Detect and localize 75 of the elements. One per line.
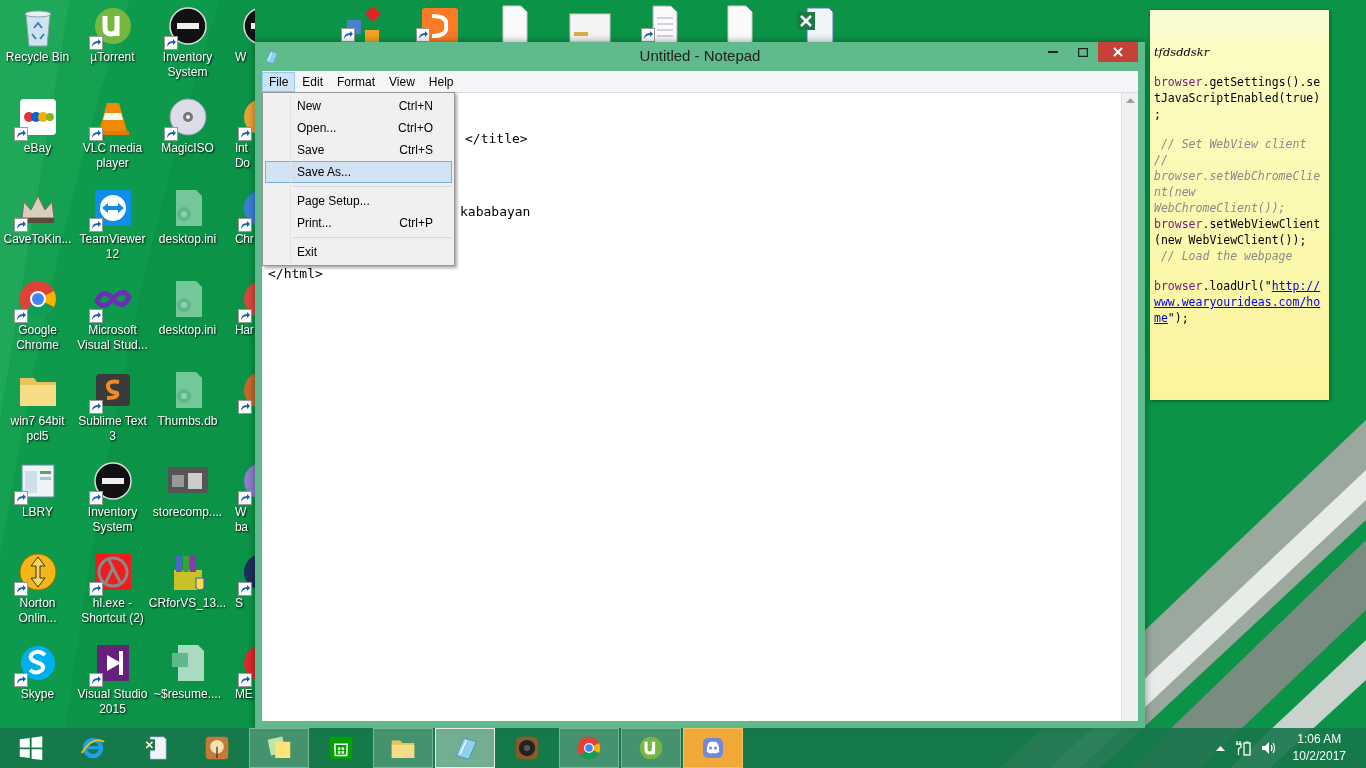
desktop-icon-label[interactable]: Chr <box>225 232 254 247</box>
menu-option[interactable]: Page Setup... <box>265 190 452 212</box>
taskbar-button[interactable] <box>683 728 743 768</box>
menu-option[interactable]: Open... Ctrl+O <box>265 117 452 139</box>
desktop-icon-label[interactable]: TeamViewer 12 <box>79 232 146 262</box>
power-plug-battery-icon[interactable] <box>1234 740 1251 756</box>
note-text-line: tfdsddskr <box>1154 44 1211 60</box>
close-icon <box>1113 47 1123 57</box>
note-text-line: WebChromeClient()); <box>1154 200 1287 216</box>
show-hidden-icons-icon[interactable] <box>1215 745 1225 751</box>
menu-option[interactable]: Save Ctrl+S <box>265 139 452 161</box>
note-text-line: tJavaScriptEnabled(true) <box>1154 90 1322 106</box>
desktop-icon-label[interactable]: CaveToKin... <box>3 232 72 247</box>
desktop-icon-label[interactable]: µTorrent <box>90 50 135 65</box>
maximize-icon <box>1078 47 1088 57</box>
sticky-note[interactable] <box>1150 10 1329 400</box>
editor-text-line: kababayan <box>460 203 531 221</box>
menu-option[interactable]: New Ctrl+N <box>265 95 452 117</box>
desktop-icon-label[interactable]: Sublime Text 3 <box>78 414 147 444</box>
desktop-icon-label[interactable]: CRforVS_13... <box>148 596 227 611</box>
desktop-icon-label[interactable]: Inventory System <box>162 50 213 80</box>
desktop-icon-label[interactable]: S <box>225 596 243 611</box>
menu-option[interactable]: Save As... <box>265 161 452 183</box>
desktop-icon-label[interactable]: Microsoft Visual Stud... <box>77 323 148 353</box>
note-text-line: nt(new <box>1154 184 1197 200</box>
clock[interactable]: 1:06 AM 10/2/2017 <box>1286 731 1352 765</box>
desktop-icon-label[interactable]: W ba <box>225 505 248 535</box>
note-text-line: // Set WebView client <box>1159 136 1308 152</box>
desktop-icon-label[interactable]: Norton Onlin... <box>18 596 57 626</box>
menu-item[interactable]: Help <box>421 71 461 92</box>
minimize-icon <box>1048 51 1058 53</box>
menu-option[interactable]: Print... Ctrl+P <box>265 212 452 234</box>
desktop-icon-label[interactable]: Har <box>225 323 254 338</box>
note-text-line: browser.getSettings().se <box>1154 74 1322 90</box>
desktop-icon-label[interactable]: Thumbs.db <box>157 414 218 429</box>
desktop-icon-label[interactable]: VLC media player <box>82 141 143 171</box>
notepad-icon <box>262 47 280 66</box>
menu-option[interactable]: Exit <box>265 241 452 263</box>
desktop-icon-label[interactable]: Recycle Bin <box>5 50 70 65</box>
note-text-line: www.wearyourideas.com/ho <box>1154 294 1322 310</box>
note-text-line: browser.loadUrl("http:// <box>1154 278 1322 294</box>
note-text-line: // Load the webpage <box>1159 248 1294 264</box>
menu-item[interactable]: Edit <box>295 71 331 92</box>
desktop-icon-label[interactable]: win7 64bit pcl5 <box>10 414 65 444</box>
window-title: Untitled - Notepad <box>639 46 761 67</box>
note-text-line: // <box>1154 152 1169 168</box>
desktop-icon-label[interactable]: storecomp.... <box>152 505 223 520</box>
note-text-line: (new WebViewClient()); <box>1154 232 1308 248</box>
desktop-icon-label[interactable]: Skype <box>20 687 55 702</box>
scroll-up-icon[interactable] <box>1125 98 1135 103</box>
note-text-line: browser.setWebChromeClie <box>1154 168 1322 184</box>
desktop-icon-label[interactable]: desktop.ini <box>158 232 217 247</box>
desktop-icon-label[interactable]: MagicISO <box>161 141 214 156</box>
close-button[interactable] <box>1098 42 1138 62</box>
desktop-icon-label[interactable]: W <box>225 50 247 65</box>
editor-text-line: </html> <box>268 265 323 283</box>
desktop-icon-label[interactable]: Google Chrome <box>16 323 59 353</box>
volume-icon[interactable] <box>1260 740 1277 756</box>
menu-item[interactable]: File <box>262 71 296 92</box>
desktop-icon-label[interactable]: ~$resume.... <box>154 687 221 702</box>
desktop-icon-label[interactable]: hl.exe - Shortcut (2) <box>81 596 144 626</box>
menu-item[interactable]: Format <box>330 71 383 92</box>
desktop-icon-label[interactable]: eBay <box>23 141 52 156</box>
desktop-icon-label[interactable]: desktop.ini <box>158 323 217 338</box>
editor-text-line: </title> <box>465 130 528 148</box>
desktop-icon-label[interactable]: ME <box>225 687 253 702</box>
desktop-icon-label[interactable]: Visual Studio 2015 <box>77 687 148 717</box>
note-text-line: ; <box>1154 106 1162 122</box>
desktop-icon-label[interactable]: LBRY <box>21 505 54 520</box>
menu-item[interactable]: View <box>382 71 422 92</box>
desktop-icon-label[interactable]: Inventory System <box>87 505 138 535</box>
desktop-icon-label[interactable]: Int Do <box>225 141 250 171</box>
note-text-line: browser.setWebViewClient <box>1154 216 1322 232</box>
note-text-line: me"); <box>1154 310 1190 326</box>
scrollbar[interactable] <box>1121 93 1138 721</box>
